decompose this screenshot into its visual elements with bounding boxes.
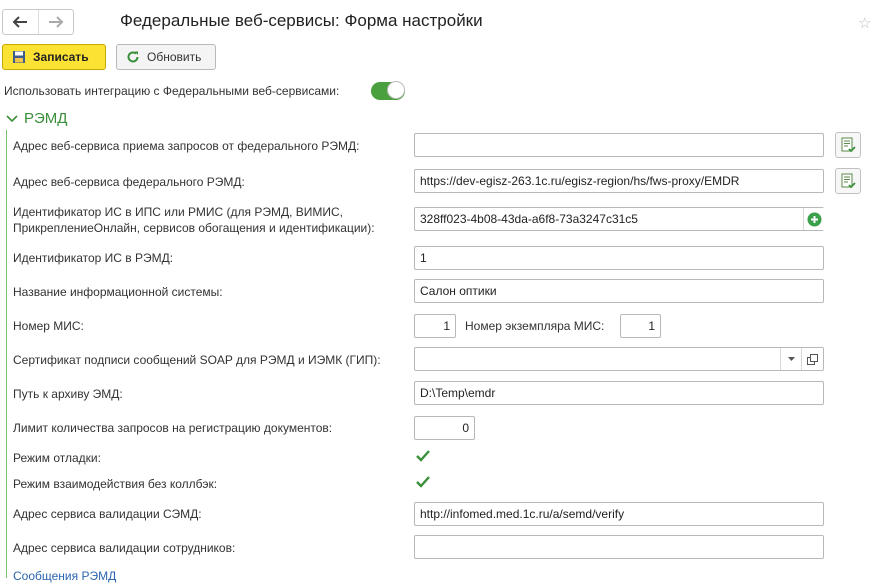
is-identifier-ips-label-line1: Идентификатор ИС в ИПС или РМИС (для РЭМ… bbox=[13, 205, 343, 219]
toggle-knob bbox=[387, 81, 405, 99]
emd-archive-path-label: Путь к архиву ЭМД: bbox=[13, 387, 123, 401]
edit-federal-service-address-button[interactable] bbox=[835, 168, 861, 194]
soap-certificate-dropdown-button[interactable] bbox=[780, 348, 802, 370]
chevron-down-icon bbox=[6, 114, 18, 122]
system-name-input[interactable]: Салон оптики bbox=[414, 279, 824, 303]
section-remd-title: РЭМД bbox=[24, 110, 68, 127]
edit-request-service-address-button[interactable] bbox=[835, 132, 861, 158]
arrow-right-icon bbox=[48, 16, 64, 28]
debug-mode-checkbox[interactable] bbox=[415, 448, 431, 464]
open-window-icon bbox=[807, 353, 818, 365]
mis-instance-number-label: Номер экземпляра МИС: bbox=[465, 319, 605, 333]
is-identifier-remd-input[interactable]: 1 bbox=[414, 246, 824, 270]
no-callback-mode-label: Режим взаимодействия без коллбэк: bbox=[13, 477, 218, 491]
refresh-icon bbox=[125, 49, 141, 65]
request-limit-input[interactable]: 0 bbox=[414, 416, 475, 440]
is-identifier-remd-label: Идентификатор ИС в РЭМД: bbox=[13, 251, 174, 265]
no-callback-mode-checkbox[interactable] bbox=[415, 474, 431, 490]
system-name-label: Название информационной системы: bbox=[13, 285, 223, 299]
page-title: Федеральные веб-сервисы: Форма настройки bbox=[120, 11, 483, 30]
forward-button[interactable] bbox=[37, 10, 74, 34]
favorite-star-icon[interactable]: ☆ bbox=[858, 14, 871, 32]
document-edit-icon bbox=[841, 137, 856, 153]
history-nav bbox=[2, 9, 74, 35]
integration-toggle[interactable] bbox=[371, 81, 405, 100]
remd-messages-link[interactable]: Сообщения РЭМД bbox=[13, 569, 116, 583]
soap-certificate-select[interactable] bbox=[414, 347, 824, 371]
triangle-down-icon bbox=[788, 356, 795, 361]
debug-mode-label: Режим отладки: bbox=[13, 451, 101, 465]
refresh-button-label: Обновить bbox=[147, 50, 202, 64]
is-identifier-ips-value: 328ff023-4b08-43da-a6f8-73a3247c31c5 bbox=[420, 212, 638, 226]
federal-service-address-input[interactable]: https://dev-egisz-263.1c.ru/egisz-region… bbox=[414, 169, 824, 193]
save-button[interactable]: Записать bbox=[2, 44, 106, 70]
semd-validation-address-label: Адрес сервиса валидации СЭМД: bbox=[13, 507, 202, 521]
employee-validation-address-input[interactable] bbox=[414, 535, 824, 559]
request-limit-label: Лимит количества запросов на регистрацию… bbox=[13, 421, 333, 435]
is-identifier-ips-input[interactable]: 328ff023-4b08-43da-a6f8-73a3247c31c5 bbox=[414, 207, 824, 231]
is-identifier-ips-label-line2: ПрикреплениеОнлайн, сервисов обогащения … bbox=[13, 221, 375, 235]
request-service-address-label: Адрес веб-сервиса приема запросов от фед… bbox=[13, 139, 360, 153]
checkmark-icon bbox=[416, 476, 430, 488]
mis-instance-number-input[interactable]: 1 bbox=[620, 314, 661, 338]
section-divider bbox=[6, 130, 7, 578]
generate-identifier-button[interactable] bbox=[803, 208, 824, 230]
soap-certificate-open-button[interactable] bbox=[801, 348, 823, 370]
mis-number-input[interactable]: 1 bbox=[414, 314, 456, 338]
save-icon bbox=[11, 49, 27, 65]
document-edit-icon bbox=[841, 173, 856, 189]
arrow-left-icon bbox=[12, 16, 28, 28]
mis-number-label: Номер МИС: bbox=[13, 319, 84, 333]
plus-circle-icon bbox=[807, 212, 821, 226]
employee-validation-address-label: Адрес сервиса валидации сотрудников: bbox=[13, 541, 236, 555]
request-service-address-input[interactable] bbox=[414, 133, 824, 157]
integration-label: Использовать интеграцию с Федеральными в… bbox=[4, 84, 340, 98]
save-button-label: Записать bbox=[33, 50, 89, 64]
checkmark-icon bbox=[416, 450, 430, 462]
federal-service-address-label: Адрес веб-сервиса федерального РЭМД: bbox=[13, 175, 245, 189]
emd-archive-path-input[interactable]: D:\Temp\emdr bbox=[414, 381, 824, 405]
section-remd-header[interactable]: РЭМД bbox=[6, 110, 67, 127]
semd-validation-address-input[interactable]: http://infomed.med.1c.ru/a/semd/verify bbox=[414, 502, 824, 526]
refresh-button[interactable]: Обновить bbox=[116, 44, 216, 70]
back-button[interactable] bbox=[3, 10, 38, 34]
soap-certificate-label: Сертификат подписи сообщений SOAP для РЭ… bbox=[13, 353, 381, 367]
